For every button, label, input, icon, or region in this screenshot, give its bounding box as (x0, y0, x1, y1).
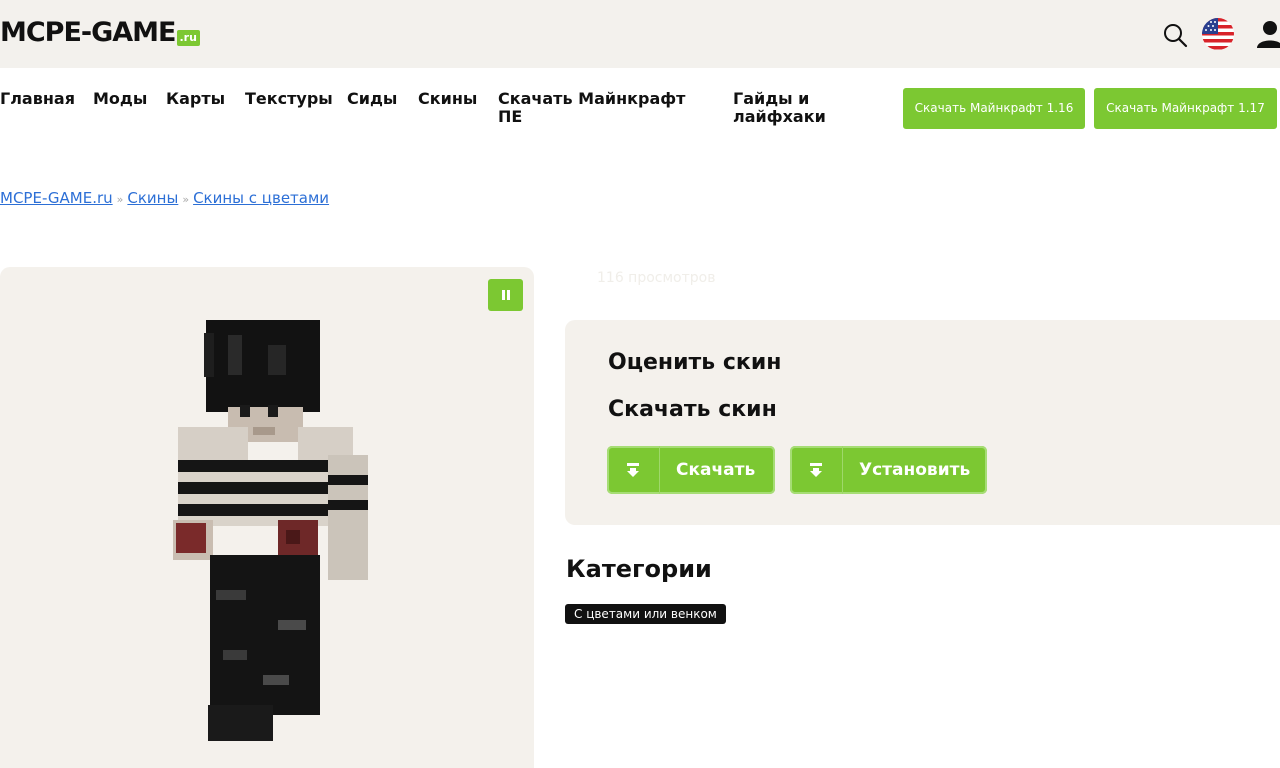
us-flag-icon[interactable] (1201, 17, 1235, 51)
rate-skin-heading: Оценить скин (608, 350, 782, 375)
user-icon[interactable] (1255, 19, 1280, 49)
nav-item-skins[interactable]: Скины (418, 90, 477, 108)
nav-item-seeds[interactable]: Сиды (347, 90, 397, 108)
download-1-17-button[interactable]: Скачать Майнкрафт 1.17 (1094, 88, 1277, 129)
nav-item-maps[interactable]: Карты (166, 90, 225, 108)
nav-item-home[interactable]: Главная (0, 90, 75, 108)
logo-suffix: .ru (176, 30, 200, 46)
download-label: Скачать (676, 460, 756, 480)
breadcrumb: MCPE-GAME.ru» Скины» Скины с цветами (0, 189, 329, 207)
breadcrumb-separator: » (182, 193, 190, 206)
breadcrumb-separator: » (116, 193, 124, 206)
download-button[interactable]: Скачать (607, 446, 775, 494)
search-icon[interactable] (1162, 22, 1188, 48)
site-logo[interactable]: MCPE-GAME .ru (0, 18, 200, 48)
download-skin-heading: Скачать скин (608, 397, 777, 422)
install-label: Установить (859, 460, 971, 480)
pause-button[interactable] (488, 279, 523, 311)
pause-icon (501, 290, 510, 300)
category-tag[interactable]: С цветами или венком (565, 604, 726, 624)
breadcrumb-home[interactable]: MCPE-GAME.ru (0, 189, 113, 207)
install-button[interactable]: Установить (790, 446, 987, 494)
categories-heading: Категории (566, 555, 712, 583)
nav-item-mods[interactable]: Моды (93, 90, 147, 108)
install-icon (790, 446, 843, 494)
nav-item-textures[interactable]: Текстуры (245, 90, 333, 108)
download-1-16-button[interactable]: Скачать Майнкрафт 1.16 (903, 88, 1085, 129)
views-count: 116 просмотров (597, 270, 716, 286)
nav-item-download-pe[interactable]: Скачать Майнкрафт ПЕ (498, 90, 698, 126)
download-icon (607, 446, 660, 494)
breadcrumb-skins[interactable]: Скины (127, 189, 178, 207)
skin-3d-model[interactable] (168, 315, 378, 745)
nav-item-guides[interactable]: Гайды и лайфхаки (733, 90, 843, 126)
breadcrumb-flower-skins[interactable]: Скины с цветами (193, 189, 329, 207)
logo-text: MCPE-GAME (0, 17, 176, 48)
top-header: MCPE-GAME .ru (0, 0, 1280, 68)
